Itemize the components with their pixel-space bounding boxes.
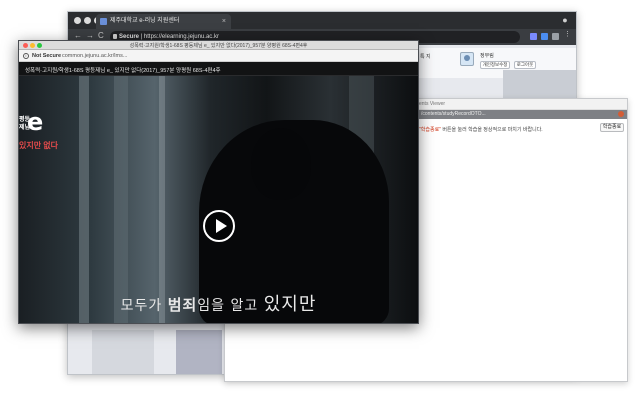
forward-arrow-icon[interactable]: → — [86, 31, 94, 40]
close-icon[interactable] — [618, 111, 624, 117]
close-window-dot[interactable] — [74, 17, 81, 24]
video-url: common.jejunu.ac.kr/lms... — [62, 53, 128, 59]
minimize-window-dot[interactable] — [84, 17, 91, 24]
video-player[interactable]: 평등 제님 e 있지만 없다 모두가 범죄임을 알고 있지만 — [19, 76, 418, 323]
extension-icon[interactable] — [541, 33, 548, 40]
person-silhouette-head — [251, 128, 311, 200]
background-shape — [114, 76, 128, 323]
content-block — [176, 330, 222, 374]
video-address-bar[interactable]: i Not Secure common.jejunu.ac.kr/lms... — [19, 50, 418, 62]
header-note: 특 지 — [420, 54, 431, 60]
viewer-message: "학습종료" 버튼을 눌러 학습을 정상적으로 마치기 바랍니다. — [419, 126, 543, 133]
tab-favicon-icon — [100, 18, 107, 25]
message-highlight: "학습종료" — [419, 127, 441, 133]
subtitle-emphasis: 범죄 — [167, 296, 198, 314]
browser-tab[interactable]: 제주대학교 e-러닝 지원센터 × — [96, 14, 231, 29]
viewer-url: /contents/studyRecordOTO... — [421, 111, 486, 117]
brand-letter: e — [27, 108, 44, 136]
video-subtitle: 모두가 범죄임을 알고 있지만 — [19, 290, 418, 316]
video-window-titlebar: 성폭력·고지원/학생1-68S 평등제님 e_ 있지만 없다(2017)_957… — [19, 41, 418, 50]
user-name: 정무림 — [480, 53, 494, 59]
video-window-title: 성폭력·고지원/학생1-68S 평등제님 e_ 있지만 없다(2017)_957… — [129, 43, 308, 49]
background-shape — [159, 76, 165, 323]
brand-subtitle: 있지만 없다 — [19, 141, 59, 150]
avatar — [460, 52, 474, 66]
not-secure-label: Not Secure — [32, 53, 62, 59]
subtitle-large: 있지만 — [263, 294, 317, 315]
background-shape — [79, 76, 89, 323]
subtitle-part: 임을 알고 — [197, 298, 264, 314]
info-icon: i — [23, 53, 29, 59]
play-icon[interactable] — [203, 210, 235, 242]
video-heading-bar: 성폭력·고지원/학생1-68S 평등제님 e_ 있지만 없다(2017)_957… — [19, 62, 418, 76]
edit-profile-button[interactable]: 개인정보수정 — [480, 61, 510, 69]
finish-study-button[interactable]: 학습종료 — [600, 123, 624, 132]
message-text: 버튼을 눌러 학습을 정상적으로 마치기 바랍니다. — [440, 127, 543, 133]
video-popup-window: 성폭력·고지원/학생1-68S 평등제님 e_ 있지만 없다(2017)_957… — [18, 40, 419, 324]
viewer-title: ents Viewer — [419, 101, 446, 107]
subtitle-part: 모두가 — [120, 298, 168, 314]
menu-kebab-icon[interactable]: ⋮ — [564, 30, 571, 38]
tab-strip: 제주대학교 e-러닝 지원센터 × ● — [68, 12, 576, 29]
brand-logo: 평등 제님 e 있지만 없다 — [19, 108, 58, 150]
reload-icon[interactable]: C — [98, 31, 104, 40]
tab-close-icon[interactable]: × — [222, 14, 226, 29]
video-heading: 성폭력·고지원/학생1-68S 평등제님 e_ 있지만 없다(2017)_957… — [25, 68, 221, 74]
profile-icon[interactable]: ● — [560, 14, 570, 26]
lock-icon — [113, 34, 117, 39]
tab-title: 제주대학교 e-러닝 지원센터 — [110, 18, 180, 24]
back-arrow-icon[interactable]: ← — [74, 31, 82, 40]
extension-icon[interactable] — [530, 33, 537, 40]
content-block — [92, 330, 154, 374]
logout-button[interactable]: 로그아웃 — [514, 61, 536, 69]
extension-icon[interactable] — [552, 33, 559, 40]
